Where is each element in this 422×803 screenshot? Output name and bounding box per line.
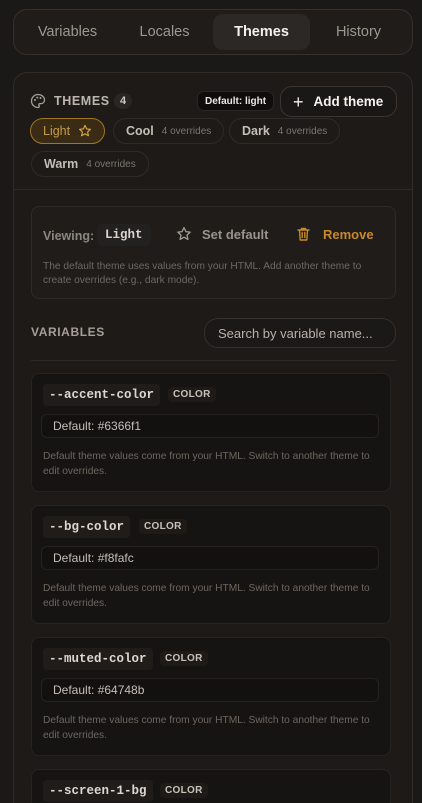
- viewing-label: Viewing:: [43, 229, 95, 243]
- remove-theme-button[interactable]: Remove: [296, 226, 374, 242]
- tab-variables[interactable]: Variables: [19, 14, 116, 50]
- theme-chip-warm[interactable]: Warm 4 overrides: [31, 151, 149, 177]
- set-default-button[interactable]: Set default: [176, 226, 268, 242]
- trash-icon: [297, 227, 310, 241]
- theme-chip-name: Warm: [44, 157, 79, 171]
- star-outline-icon: [177, 226, 191, 241]
- default-theme-badge: Default: light: [197, 91, 275, 111]
- themes-panel-root: Variables Locales Themes History THEMES …: [0, 0, 422, 803]
- variable-card-muted-color: --muted-color COLOR Default: #64748b Def…: [31, 637, 391, 756]
- variable-card-bg-color: --bg-color COLOR Default: #f8fafc Defaul…: [31, 505, 391, 624]
- variable-default-field[interactable]: Default: #64748b: [41, 678, 379, 702]
- top-tab-bar: Variables Locales Themes History: [13, 9, 413, 55]
- viewing-description: The default theme uses values from your …: [43, 261, 362, 286]
- tab-themes[interactable]: Themes: [213, 14, 310, 50]
- theme-chip-overrides: 4 overrides: [86, 158, 136, 170]
- themes-title: THEMES: [54, 94, 110, 108]
- theme-chip-light[interactable]: Light: [30, 118, 106, 144]
- variable-type-badge: COLOR: [160, 651, 208, 666]
- theme-chip-name: Dark: [242, 124, 270, 138]
- variable-default-field[interactable]: Default: #f8fafc: [41, 546, 379, 570]
- theme-chip-dark[interactable]: Dark 4 overrides: [229, 118, 341, 144]
- theme-chip-overrides: 4 overrides: [277, 125, 328, 137]
- theme-chip-cool[interactable]: Cool 4 overrides: [113, 118, 225, 144]
- variable-note: Default theme values come from your HTML…: [43, 715, 370, 741]
- tab-history[interactable]: History: [310, 14, 407, 50]
- remove-label: Remove: [323, 226, 374, 242]
- section-divider: [14, 189, 412, 190]
- theme-chip-name: Light: [43, 124, 71, 138]
- variable-name: --bg-color: [43, 516, 131, 538]
- palette-icon: [30, 93, 46, 109]
- theme-chip-overrides: 4 overrides: [161, 125, 212, 137]
- variable-type-badge: COLOR: [139, 519, 187, 534]
- variable-note: Default theme values come from your HTML…: [43, 583, 370, 609]
- variable-type-badge: COLOR: [160, 783, 208, 798]
- variable-card-accent-color: --accent-color COLOR Default: #6366f1 De…: [31, 373, 391, 492]
- add-theme-label: Add theme: [313, 94, 384, 109]
- variables-title: VARIABLES: [31, 325, 105, 339]
- themes-count-badge: 4: [114, 93, 133, 109]
- variable-search-input[interactable]: [204, 318, 396, 348]
- variable-name: --accent-color: [43, 384, 161, 406]
- set-default-label: Set default: [202, 226, 269, 242]
- variables-divider: [31, 360, 396, 361]
- tab-locales[interactable]: Locales: [116, 14, 213, 50]
- variable-card-screen-1-bg: --screen-1-bg COLOR: [31, 769, 391, 803]
- variable-note: Default theme values come from your HTML…: [43, 451, 370, 477]
- plus-icon: +: [293, 91, 304, 112]
- theme-chip-name: Cool: [126, 124, 154, 138]
- add-theme-button[interactable]: + Add theme: [280, 86, 397, 117]
- variable-default-field[interactable]: Default: #6366f1: [41, 414, 379, 438]
- star-filled-icon: [79, 124, 92, 137]
- variable-name: --muted-color: [43, 648, 153, 670]
- variable-type-badge: COLOR: [168, 387, 216, 402]
- variable-name: --screen-1-bg: [43, 780, 153, 802]
- viewing-theme-name: Light: [97, 224, 151, 246]
